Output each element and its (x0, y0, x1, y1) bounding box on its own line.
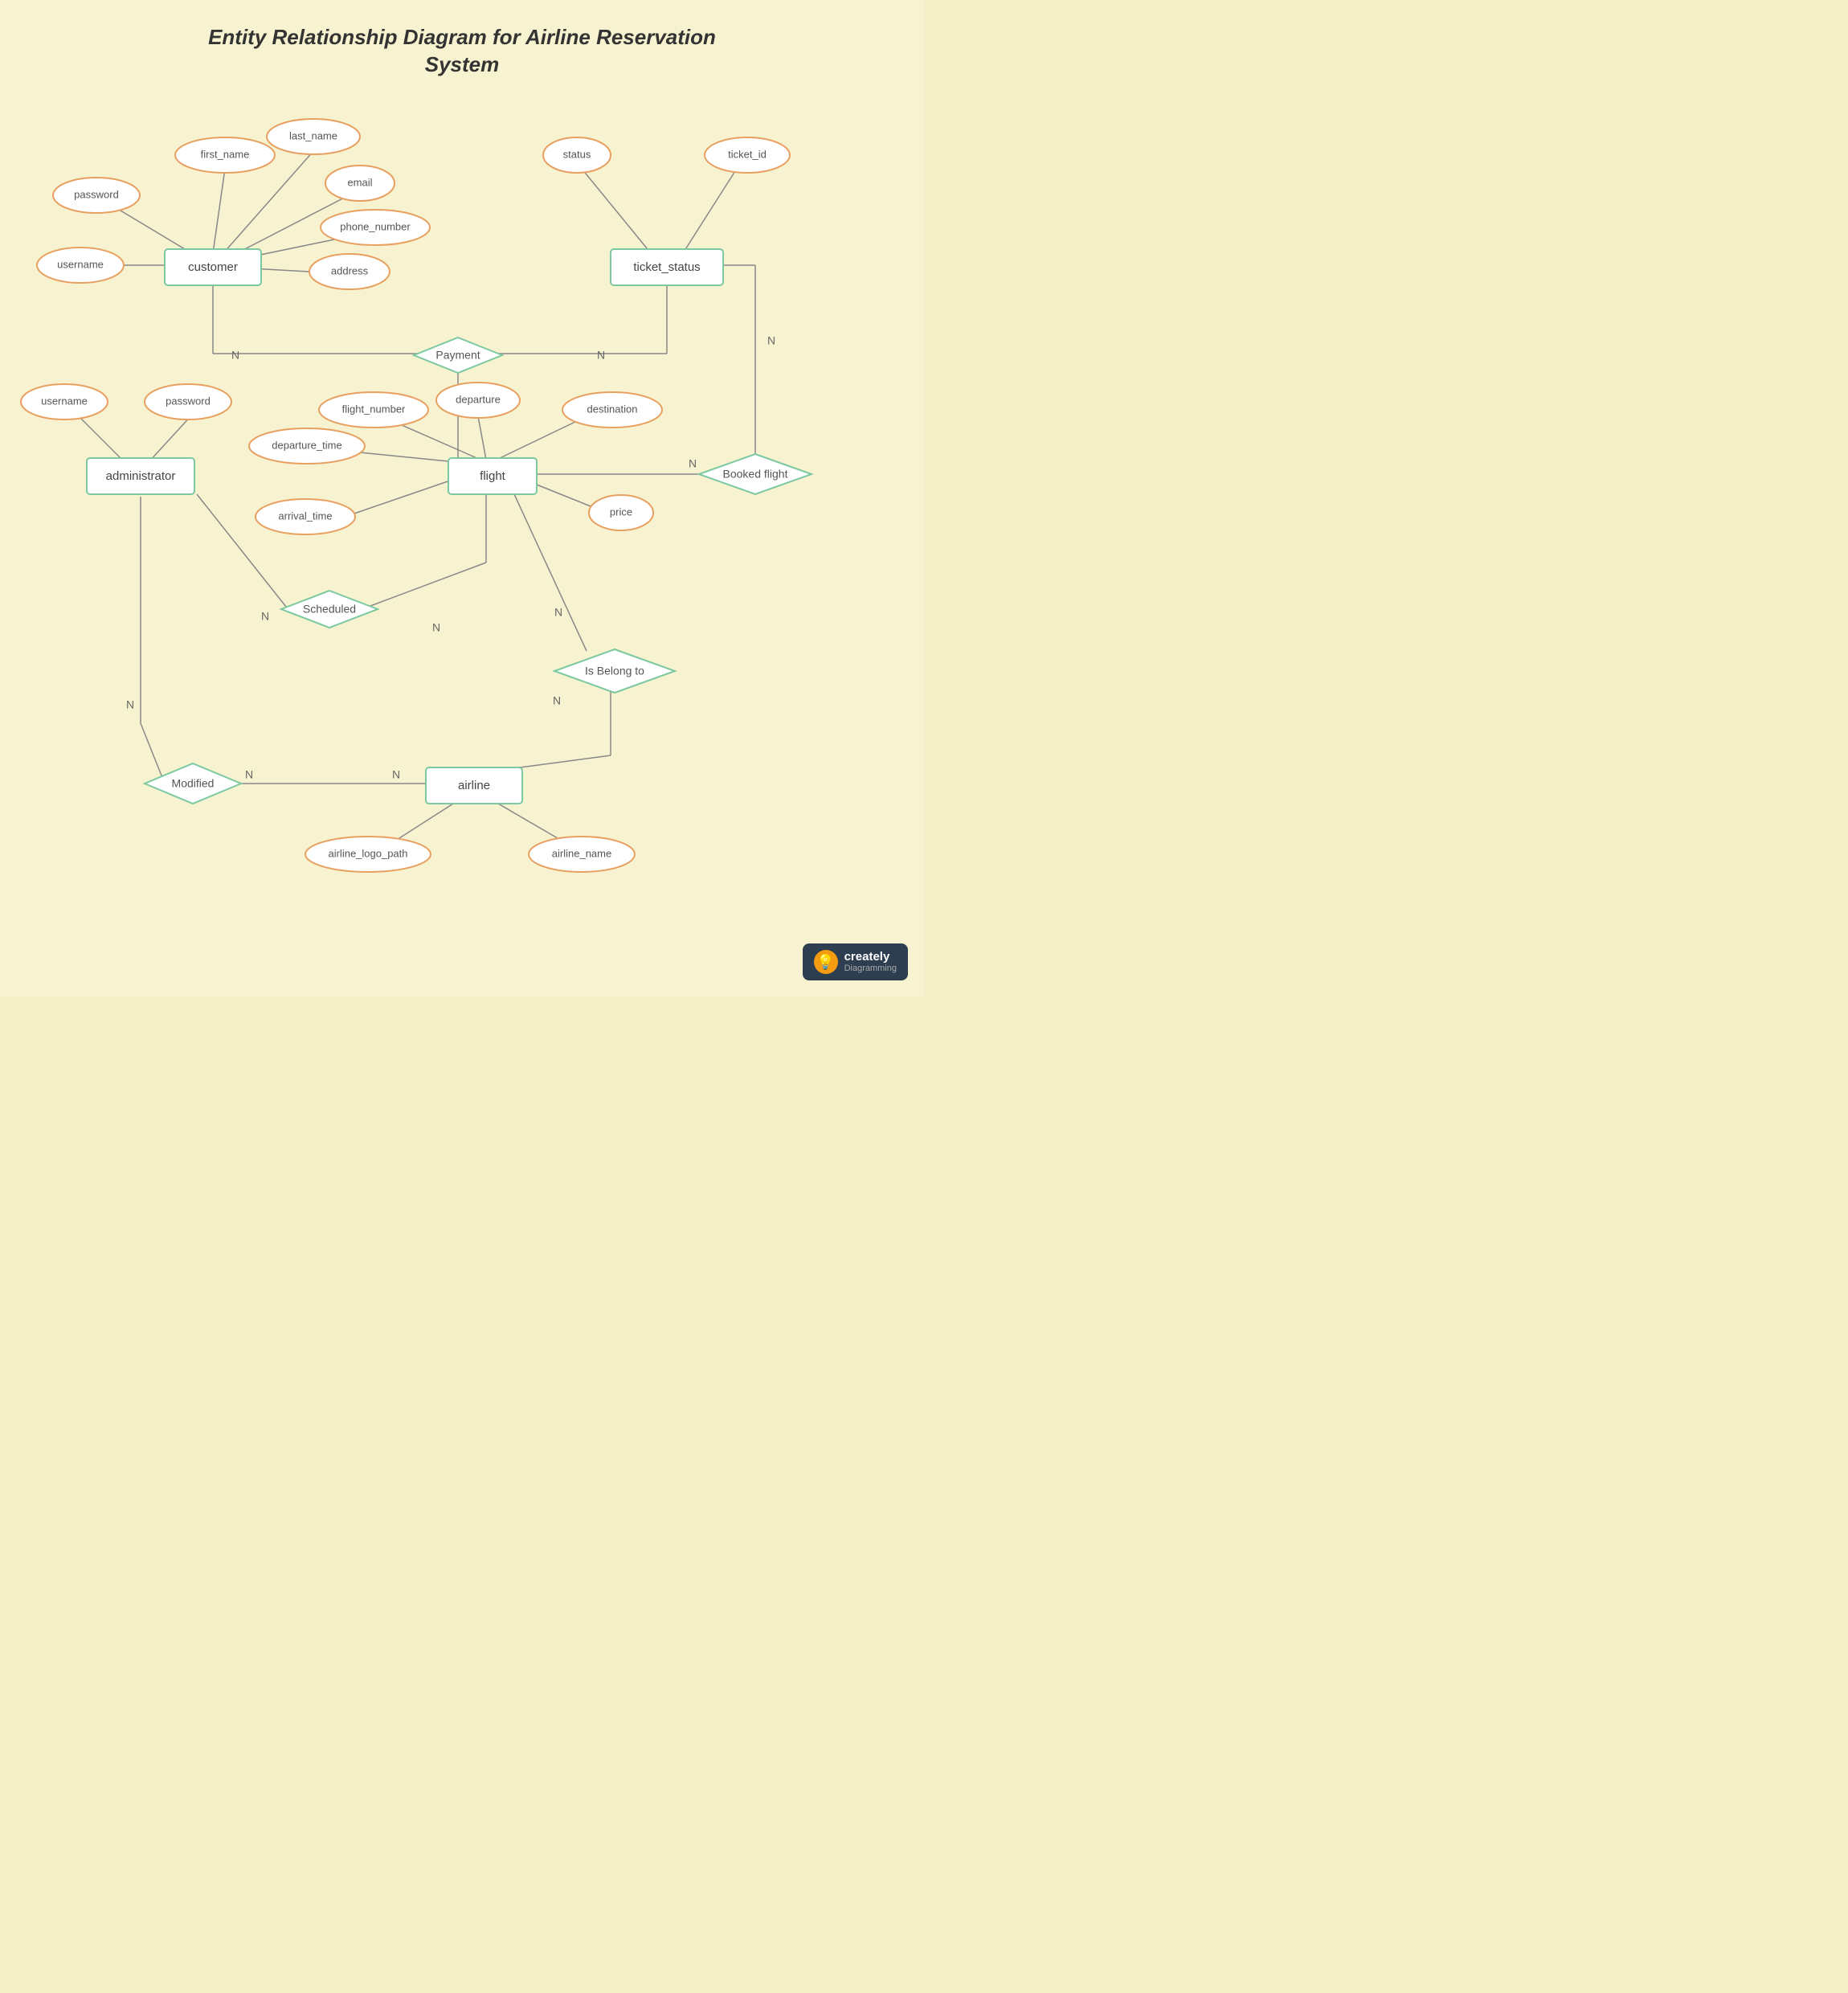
erd-diagram: N N N N N N N N N N N customer ticket_st… (0, 0, 924, 996)
svg-text:N: N (126, 698, 134, 711)
svg-text:username: username (41, 395, 88, 407)
svg-text:N: N (554, 606, 562, 619)
entity-flight: flight (480, 469, 506, 483)
creately-sub: Diagramming (844, 964, 897, 973)
entity-ticket-status: ticket_status (633, 260, 700, 274)
entity-customer: customer (188, 260, 238, 274)
svg-text:username: username (57, 258, 104, 270)
svg-text:flight_number: flight_number (342, 403, 406, 415)
svg-text:N: N (689, 457, 697, 470)
svg-text:Is Belong to: Is Belong to (585, 665, 644, 677)
svg-text:N: N (553, 694, 561, 707)
svg-text:N: N (767, 334, 775, 347)
svg-text:email: email (347, 176, 372, 188)
svg-text:password: password (166, 395, 211, 407)
svg-text:airline_name: airline_name (552, 847, 611, 859)
svg-text:Scheduled: Scheduled (303, 603, 356, 616)
svg-text:Payment: Payment (435, 349, 480, 362)
svg-text:destination: destination (587, 403, 638, 415)
creately-bulb-icon: 💡 (814, 950, 838, 974)
svg-text:status: status (563, 148, 591, 160)
svg-text:phone_number: phone_number (340, 220, 411, 232)
svg-text:N: N (261, 610, 269, 623)
svg-text:Booked flight: Booked flight (723, 468, 788, 481)
page-title: Entity Relationship Diagram for Airline … (0, 0, 924, 87)
svg-text:departure_time: departure_time (272, 439, 341, 451)
svg-text:ticket_id: ticket_id (728, 148, 767, 160)
svg-text:Modified: Modified (172, 777, 215, 790)
creately-brand: creately (844, 951, 897, 964)
svg-text:first_name: first_name (201, 148, 250, 160)
entity-administrator: administrator (106, 469, 176, 483)
svg-text:last_name: last_name (289, 129, 337, 141)
svg-text:arrival_time: arrival_time (278, 510, 332, 522)
svg-text:N: N (432, 621, 440, 634)
svg-text:airline_logo_path: airline_logo_path (328, 847, 407, 859)
svg-text:address: address (331, 264, 369, 276)
svg-text:N: N (245, 768, 253, 781)
svg-text:password: password (74, 188, 119, 200)
svg-text:N: N (597, 349, 605, 362)
svg-text:N: N (231, 349, 239, 362)
page: Entity Relationship Diagram for Airline … (0, 0, 924, 996)
svg-text:N: N (392, 768, 400, 781)
creately-logo[interactable]: 💡 creately Diagramming (803, 943, 908, 980)
svg-text:price: price (610, 505, 632, 518)
entity-airline: airline (458, 779, 490, 792)
svg-text:departure: departure (456, 393, 501, 405)
